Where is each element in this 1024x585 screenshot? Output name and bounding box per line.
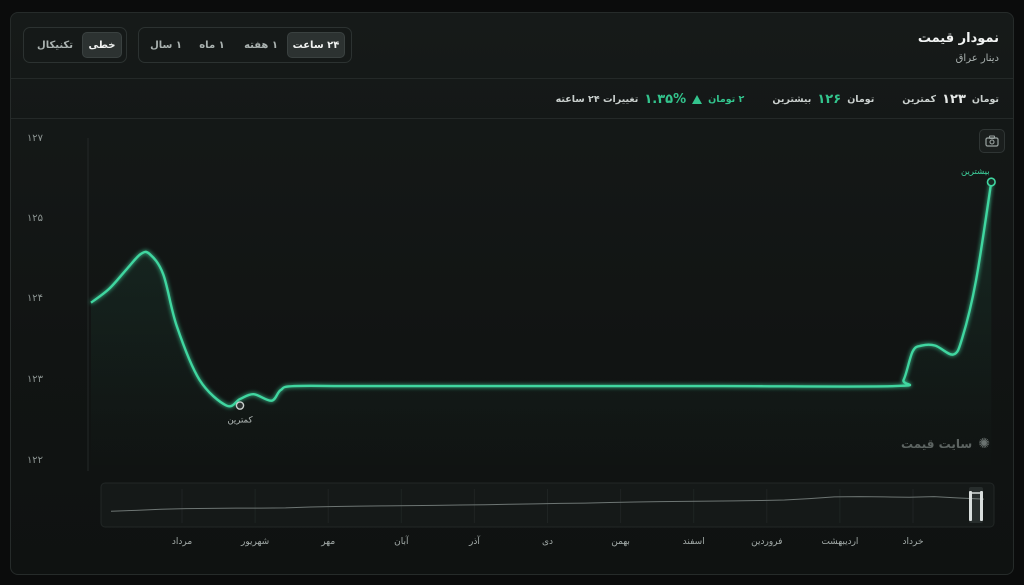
navigator-month-label: فروردین bbox=[751, 537, 782, 547]
price-line bbox=[90, 181, 993, 408]
logo-icon: ✺ bbox=[978, 436, 990, 452]
y-tick-label: ۱۲۷ bbox=[27, 133, 44, 144]
navigator-month-label: آذر bbox=[468, 535, 480, 547]
max-annotation: بیشترین bbox=[961, 167, 990, 177]
navigator-month-label: خرداد bbox=[902, 537, 923, 547]
navigator-handle-right bbox=[980, 491, 983, 521]
price-area bbox=[91, 181, 992, 472]
camera-icon bbox=[985, 135, 999, 147]
navigator-month-label: اردیبهشت bbox=[821, 537, 858, 547]
watermark-text: سایت قیمت bbox=[901, 437, 973, 451]
navigator-month-label: اسفند bbox=[683, 537, 705, 547]
y-tick-label: ۱۲۲ bbox=[27, 455, 43, 466]
min-annotation: کمترین bbox=[227, 416, 253, 426]
price-chart: ۱۲۲ ۱۲۳ ۱۲۴ ۱۲۵ ۱۲۷ کمترین بیشترین خرداد اردیبهش… bbox=[27, 133, 996, 547]
screenshot-button[interactable] bbox=[979, 129, 1005, 153]
navigator-month-label: آبان bbox=[394, 535, 409, 547]
y-tick-label: ۱۲۳ bbox=[27, 374, 44, 385]
watermark: ✺ سایت قیمت bbox=[901, 436, 990, 452]
navigator-month-label: مرداد bbox=[172, 537, 192, 547]
navigator-handle-left bbox=[969, 491, 972, 521]
navigator-month-label: بهمن bbox=[611, 537, 630, 547]
y-tick-label: ۱۲۴ bbox=[27, 293, 43, 304]
navigator-month-label: دی bbox=[542, 537, 553, 547]
y-tick-label: ۱۲۵ bbox=[27, 213, 43, 224]
max-marker bbox=[986, 177, 996, 187]
navigator-month-label: مهر bbox=[320, 537, 335, 547]
min-marker bbox=[235, 401, 245, 410]
price-chart-card: نمودار قیمت دینار عراق ۱ سال ۱ ماه ۱ هفت… bbox=[10, 12, 1014, 575]
navigator-month-label: شهریور bbox=[240, 537, 269, 547]
